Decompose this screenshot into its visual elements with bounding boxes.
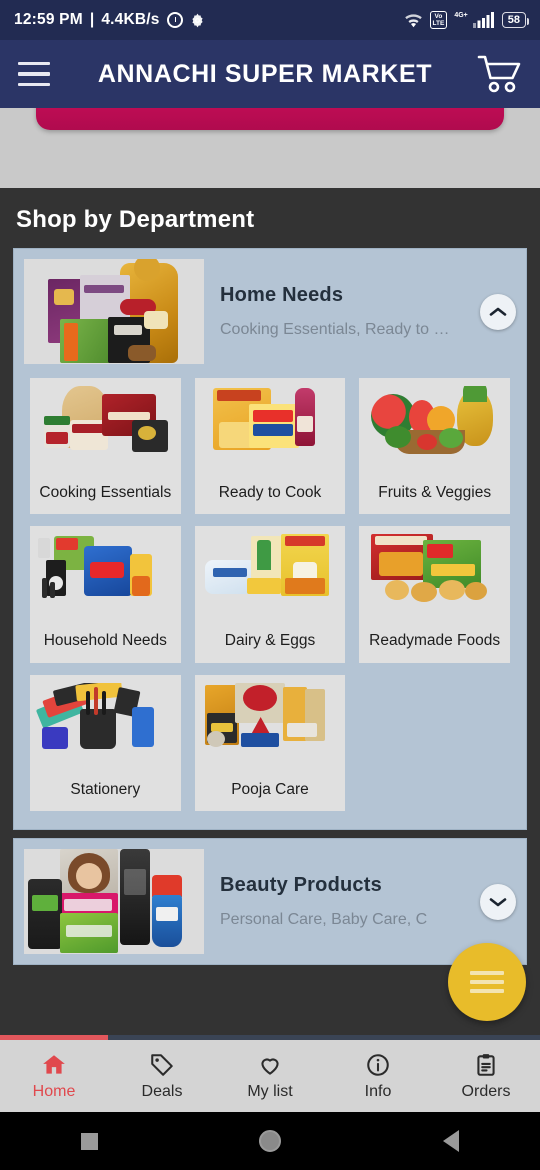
category-tile-readymade-foods[interactable]: Readymade Foods (359, 526, 510, 663)
floating-action-menu-button[interactable] (448, 943, 526, 1021)
department-thumbnail (24, 849, 204, 955)
category-image (200, 534, 340, 621)
department-card-beauty-products: Beauty Products Personal Care, Baby Care… (13, 838, 527, 966)
category-tile-household-needs[interactable]: Household Needs (30, 526, 181, 663)
status-bar: 12:59 PM | 4.4KB/s Vo LTE 4G+ 58 (0, 0, 540, 40)
progress-indicator (0, 1035, 540, 1040)
category-grid: Cooking Essentials Ready to Cook Fruits … (14, 374, 526, 829)
triangle-left-icon[interactable] (443, 1130, 460, 1152)
nav-label: Deals (141, 1082, 183, 1100)
wifi-icon (404, 13, 423, 28)
category-label: Ready to Cook (218, 484, 322, 501)
menu-lines-icon (470, 971, 504, 993)
category-tile-pooja-care[interactable]: Pooja Care (194, 674, 346, 812)
category-label: Dairy & Eggs (224, 632, 316, 650)
category-tile-dairy-eggs[interactable]: Dairy & Eggs (194, 526, 346, 663)
page-title: Shop by Department (16, 206, 255, 233)
department-name: Home Needs (220, 284, 344, 306)
alarm-clock-icon (166, 12, 183, 28)
department-header[interactable]: Beauty Products Personal Care, Baby Care… (14, 839, 526, 964)
department-thumbnail (24, 259, 204, 364)
nav-label: My list (247, 1082, 293, 1100)
category-image (365, 534, 504, 621)
volte-icon: Vo LTE (429, 11, 448, 29)
shop-by-department-section: Shop by Department Home Needs Cooking Es… (0, 188, 540, 1035)
department-subtitle: Personal Care, Baby Care, C (220, 911, 428, 929)
progress-fill (0, 1035, 108, 1040)
department-expand-toggle[interactable] (480, 883, 516, 920)
info-circle-icon (367, 1053, 389, 1076)
category-label: Stationery (70, 780, 141, 798)
nav-label: Orders (461, 1082, 511, 1100)
signal-bars-icon (472, 12, 495, 28)
category-tile-fruits-veggies[interactable]: Fruits & Veggies (359, 378, 510, 515)
chevron-down-icon (489, 898, 507, 907)
department-collapse-toggle[interactable] (480, 293, 516, 330)
nav-item-info[interactable]: Info (324, 1052, 432, 1101)
android-navigation-bar (0, 1112, 540, 1170)
square-icon[interactable] (80, 1132, 98, 1150)
category-image (200, 682, 340, 769)
category-image (200, 386, 340, 472)
home-icon (43, 1054, 65, 1074)
nav-item-home[interactable]: Home (0, 1052, 108, 1101)
status-time: 12:59 PM (14, 11, 83, 28)
shopping-cart-icon[interactable] (476, 53, 522, 95)
bottom-navigation: Home Deals My list Info Orders (0, 1040, 540, 1112)
department-text: Home Needs Cooking Essentials, Ready to … (204, 284, 516, 339)
promo-banner-card[interactable] (36, 108, 504, 130)
category-label: Cooking Essentials (39, 484, 172, 501)
gear-icon (190, 13, 205, 28)
network-type-label: 4G+ (454, 11, 468, 19)
department-text: Beauty Products Personal Care, Baby Care… (204, 874, 516, 929)
department-subtitle: Cooking Essentials, Ready to … (220, 321, 450, 338)
phone-screen: 12:59 PM | 4.4KB/s Vo LTE 4G+ 58 ANNACHI… (0, 0, 540, 1170)
category-label: Readymade Foods (369, 632, 501, 650)
app-bar: ANNACHI SUPER MARKET (0, 40, 540, 108)
category-label: Fruits & Veggies (378, 484, 492, 501)
hamburger-menu-icon[interactable] (18, 62, 50, 86)
department-header[interactable]: Home Needs Cooking Essentials, Ready to … (14, 249, 526, 374)
heart-icon (261, 1057, 279, 1075)
chevron-up-icon (489, 307, 507, 316)
status-bar-left: 12:59 PM | 4.4KB/s (14, 11, 205, 29)
category-image (365, 386, 504, 472)
nav-item-deals[interactable]: Deals (108, 1052, 216, 1101)
category-image (36, 682, 175, 769)
category-tile-cooking-essentials[interactable]: Cooking Essentials (30, 378, 181, 515)
department-name: Beauty Products (220, 874, 382, 897)
category-image (36, 534, 175, 621)
status-separator: | (89, 11, 95, 28)
clipboard-icon (477, 1053, 495, 1076)
department-card-home-needs: Home Needs Cooking Essentials, Ready to … (13, 248, 527, 831)
bottom-nav-wrapper: Home Deals My list Info Orders (0, 1035, 540, 1112)
status-bar-right: Vo LTE 4G+ 58 (404, 11, 530, 29)
category-label: Household Needs (43, 632, 167, 650)
promo-banner-region (0, 108, 540, 188)
category-tile-stationery[interactable]: Stationery (30, 674, 181, 812)
app-title: ANNACHI SUPER MARKET (97, 59, 433, 88)
category-label: Pooja Care (231, 780, 309, 798)
tag-icon (151, 1053, 173, 1076)
circle-icon[interactable] (259, 1130, 282, 1152)
category-tile-ready-to-cook[interactable]: Ready to Cook (194, 378, 346, 515)
nav-label: Info (364, 1082, 392, 1100)
nav-label: Home (32, 1082, 76, 1100)
nav-item-my-list[interactable]: My list (216, 1052, 324, 1101)
network-speed: 4.4KB/s (101, 11, 160, 28)
battery-indicator: 58 (501, 12, 530, 28)
category-image (36, 386, 175, 472)
nav-item-orders[interactable]: Orders (432, 1052, 540, 1101)
